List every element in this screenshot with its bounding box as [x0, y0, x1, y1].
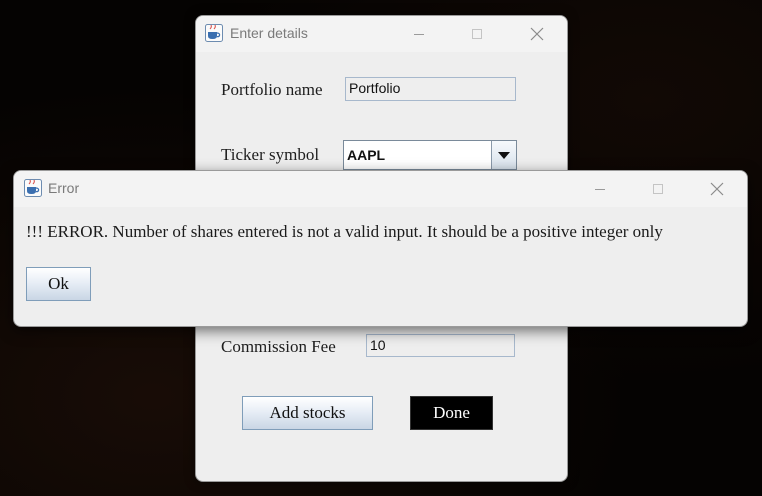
error-title: Error: [48, 180, 80, 196]
maximize-icon: [472, 29, 482, 39]
commission-fee-field[interactable]: 10: [366, 334, 515, 357]
portfolio-name-label: Portfolio name: [221, 80, 323, 99]
maximize-icon: [653, 184, 663, 194]
minimize-button[interactable]: [396, 16, 442, 52]
ticker-selected-value: AAPL: [347, 147, 386, 163]
maximize-button[interactable]: [635, 171, 681, 207]
done-button[interactable]: Done: [410, 396, 493, 430]
window-title: Enter details: [230, 25, 308, 41]
dropdown-arrow-button[interactable]: [491, 141, 516, 169]
maximize-button[interactable]: [454, 16, 500, 52]
close-button[interactable]: [514, 16, 560, 52]
close-button[interactable]: [694, 171, 740, 207]
ticker-symbol-dropdown[interactable]: AAPL: [343, 140, 517, 170]
commission-fee-label: Commission Fee: [221, 337, 336, 356]
java-cup-icon: [24, 179, 42, 197]
error-message: !!! ERROR. Number of shares entered is n…: [26, 222, 663, 241]
error-titlebar[interactable]: Error: [14, 171, 747, 207]
add-stocks-button[interactable]: Add stocks: [242, 396, 373, 430]
java-cup-icon: [205, 24, 223, 42]
minimize-button[interactable]: [577, 171, 623, 207]
ok-button[interactable]: Ok: [26, 267, 91, 301]
chevron-down-icon: [498, 152, 510, 159]
close-icon: [530, 27, 544, 41]
minimize-icon: [414, 34, 424, 35]
ticker-symbol-label: Ticker symbol: [221, 145, 320, 164]
portfolio-name-field[interactable]: Portfolio: [345, 77, 516, 101]
close-icon: [710, 182, 724, 196]
error-dialog: Error !!! ERROR. Number of shares entere…: [13, 170, 748, 327]
enter-details-titlebar[interactable]: Enter details: [196, 16, 567, 52]
minimize-icon: [595, 189, 605, 190]
